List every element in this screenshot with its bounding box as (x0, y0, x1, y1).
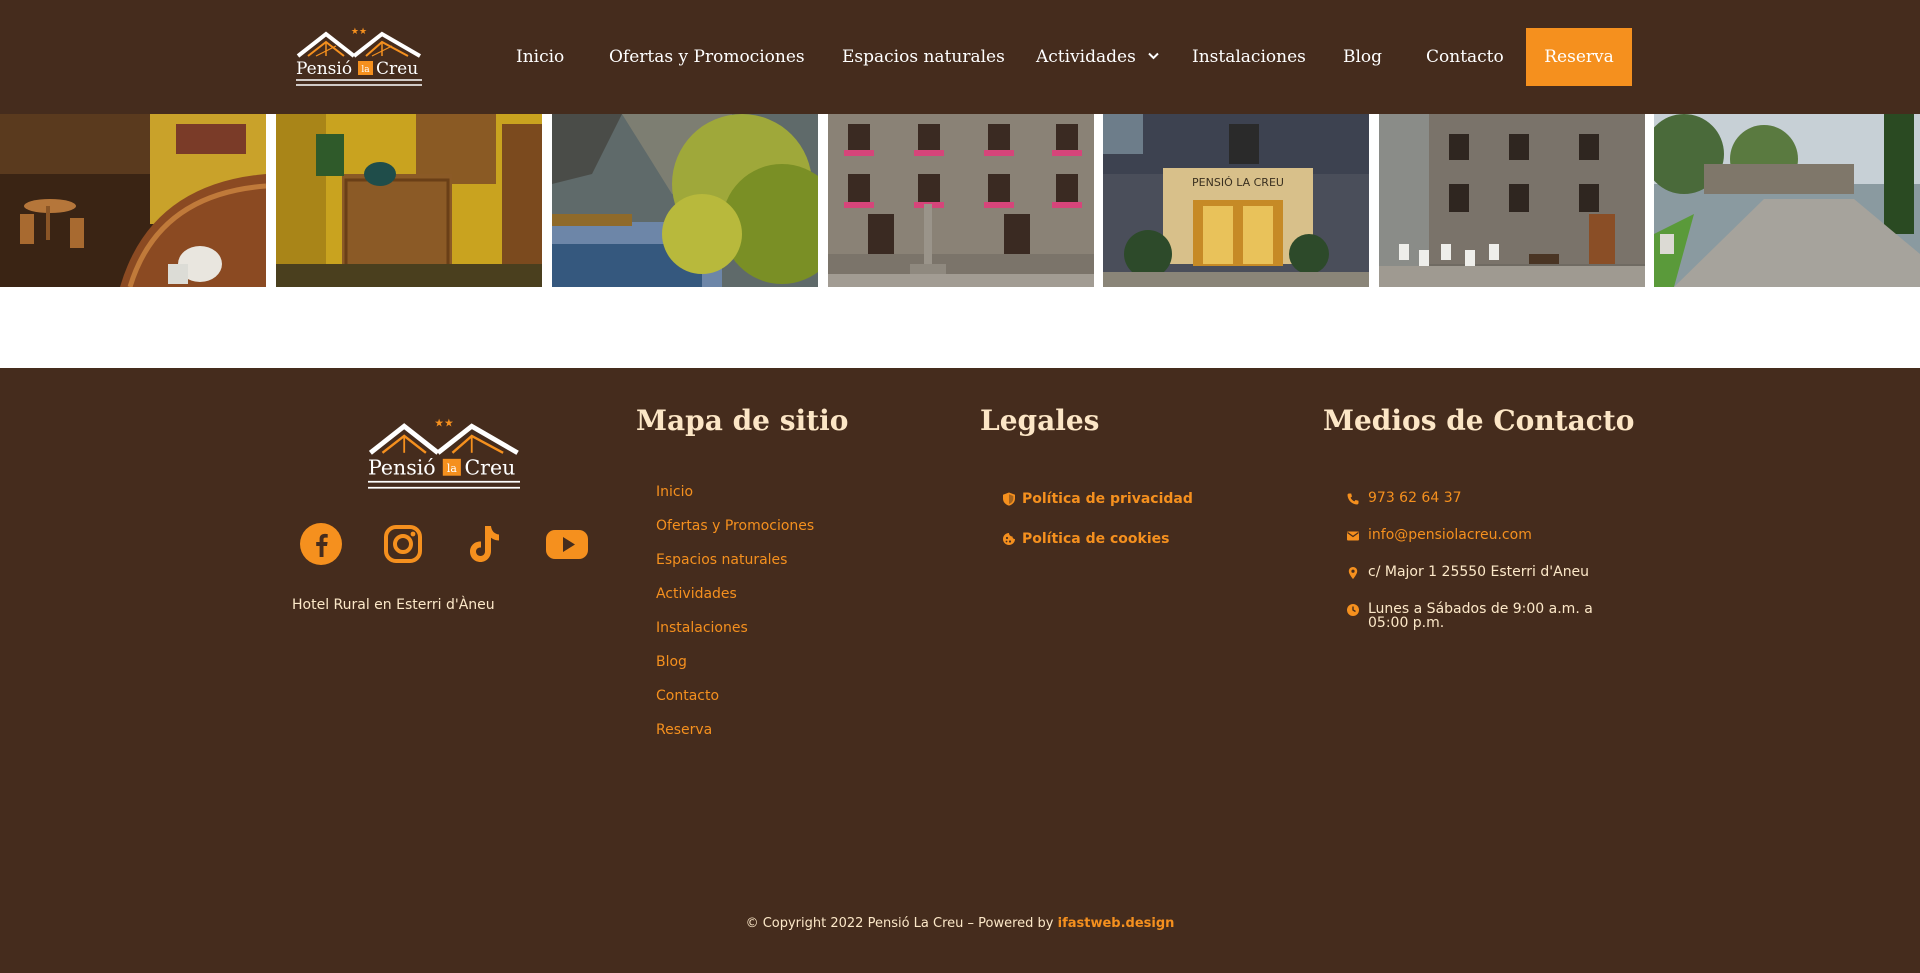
cookie-policy-label: Política de cookies (1022, 531, 1170, 547)
photo-gallery: PENSIÓ LA CREU (0, 114, 1920, 287)
nav-label: Ofertas y Promociones (609, 47, 805, 67)
reserva-button[interactable]: Reserva (1526, 28, 1632, 86)
tiktok-icon[interactable] (462, 522, 506, 566)
sitemap-link-contacto[interactable]: Contacto (656, 688, 719, 704)
gallery-photo-entrance[interactable]: PENSIÓ LA CREU (1103, 114, 1369, 287)
copyright-text: © Copyright 2022 Pensió La Creu – Powere… (745, 916, 1058, 931)
powered-by-link[interactable]: ifastweb.design (1058, 916, 1175, 931)
contact-address: c/ Major 1 25550 Esterri d'Aneu (1346, 565, 1589, 580)
email-icon (1347, 531, 1359, 541)
legal-heading: Legales (980, 404, 1100, 437)
contact-heading: Medios de Contacto (1323, 404, 1635, 437)
contact-email[interactable]: info@pensiolacreu.com (1346, 528, 1532, 543)
gallery-photo-lake[interactable] (552, 114, 818, 287)
main-nav: Inicio Ofertas y Promociones Espacios na… (0, 0, 1920, 114)
nav-label: Instalaciones (1192, 47, 1306, 67)
sitemap-link-ofertas[interactable]: Ofertas y Promociones (656, 518, 814, 534)
footer-logo[interactable]: ★★ Pensió la Creu (368, 416, 520, 492)
cookie-policy-link[interactable]: Política de cookies (1002, 531, 1169, 547)
contact-address-text: c/ Major 1 25550 Esterri d'Aneu (1368, 564, 1590, 580)
gallery-photo-terrace[interactable] (1379, 114, 1645, 287)
privacy-policy-link[interactable]: Política de privacidad (1002, 491, 1193, 507)
nav-inicio[interactable]: Inicio (516, 47, 564, 67)
contact-phone[interactable]: 973 62 64 37 (1346, 491, 1462, 506)
nav-instalaciones[interactable]: Instalaciones (1192, 47, 1306, 67)
reserva-label: Reserva (1544, 47, 1614, 67)
shield-icon (1003, 492, 1015, 506)
sitemap-link-inicio[interactable]: Inicio (656, 484, 693, 500)
phone-icon (1347, 493, 1359, 505)
sitemap-link-reserva[interactable]: Reserva (656, 722, 712, 738)
gallery-photo-facade[interactable] (828, 114, 1094, 287)
privacy-policy-label: Política de privacidad (1022, 491, 1193, 507)
gallery-spacer (0, 287, 1920, 368)
instagram-icon[interactable] (381, 522, 425, 566)
nav-blog[interactable]: Blog (1343, 47, 1382, 67)
contact-phone-text: 973 62 64 37 (1368, 490, 1462, 506)
nav-label: Contacto (1426, 47, 1504, 67)
facebook-icon[interactable] (299, 522, 343, 566)
sitemap-link-actividades[interactable]: Actividades (656, 586, 737, 602)
youtube-icon[interactable] (545, 522, 589, 566)
copyright: © Copyright 2022 Pensió La Creu – Powere… (0, 916, 1920, 931)
cookie-icon (1003, 533, 1015, 545)
nav-label: Actividades (1036, 47, 1136, 67)
svg-text:Creu: Creu (465, 456, 516, 480)
contact-hours: Lunes a Sábados de 9:00 a.m. a 05:00 p.m… (1346, 602, 1593, 630)
nav-label: Espacios naturales (842, 47, 1005, 67)
site-footer: ★★ Pensió la Creu Hotel Rural en Esterri… (0, 368, 1920, 973)
svg-text:Pensió: Pensió (368, 456, 436, 480)
footer-tagline: Hotel Rural en Esterri d'Àneu (292, 597, 495, 613)
gallery-photo-reception[interactable] (276, 114, 542, 287)
gallery-photo-road[interactable] (1654, 114, 1920, 287)
nav-actividades[interactable]: Actividades (1036, 47, 1159, 67)
contact-hours-text: Lunes a Sábados de 9:00 a.m. a 05:00 p.m… (1368, 602, 1593, 630)
location-pin-icon (1348, 567, 1358, 579)
nav-ofertas[interactable]: Ofertas y Promociones (609, 47, 805, 67)
chevron-down-icon[interactable] (1148, 49, 1159, 63)
nav-label: Inicio (516, 47, 565, 67)
nav-contacto[interactable]: Contacto (1426, 47, 1504, 67)
svg-text:la: la (447, 462, 457, 475)
sitemap-link-espacios[interactable]: Espacios naturales (656, 552, 787, 568)
hours-line-1: Lunes a Sábados de 9:00 a.m. a (1368, 601, 1593, 617)
nav-label: Blog (1343, 47, 1383, 67)
sitemap-link-instalaciones[interactable]: Instalaciones (656, 620, 748, 636)
site-header: ★★ Pensió la Creu Inicio Ofertas y Promo… (0, 0, 1920, 114)
nav-espacios[interactable]: Espacios naturales (842, 47, 1005, 67)
sitemap-heading: Mapa de sitio (636, 404, 849, 437)
svg-text:PENSIÓ LA CREU: PENSIÓ LA CREU (1192, 176, 1284, 189)
gallery-photo-bar[interactable] (0, 114, 266, 287)
sitemap-link-blog[interactable]: Blog (656, 654, 687, 670)
contact-email-text: info@pensiolacreu.com (1368, 527, 1532, 543)
hours-line-2: 05:00 p.m. (1368, 615, 1445, 631)
svg-text:★★: ★★ (434, 416, 454, 429)
clock-icon (1347, 604, 1359, 616)
